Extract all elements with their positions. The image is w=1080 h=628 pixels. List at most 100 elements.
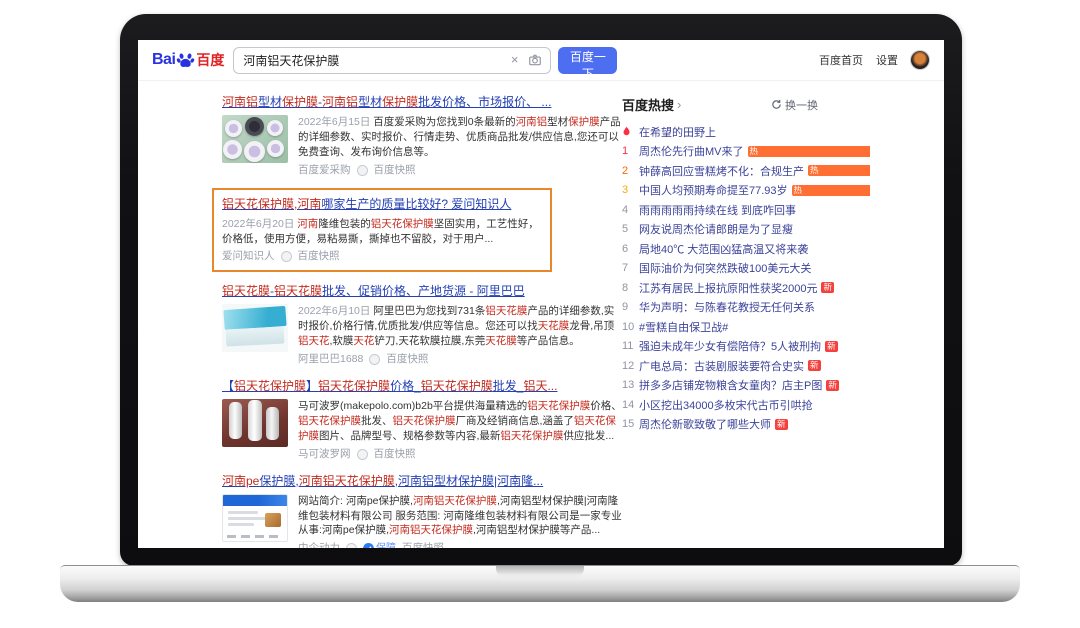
result-meta: 2022年6月20日 河南隆维包装的铝天花保护膜坚固实用，工艺性好，价格低，使用…: [222, 217, 542, 265]
film-roll-shape: [248, 400, 262, 441]
page-background: Bai 百度 ×: [0, 0, 1080, 628]
hot-search-item[interactable]: 13拼多多店铺宠物粮含女童肉？店主P图新: [622, 376, 870, 396]
film-roll-shape: [267, 140, 284, 157]
hot-rank: 9: [622, 301, 639, 313]
hot-search-title: 百度热搜: [622, 95, 674, 114]
hot-item-label: 周杰伦先行曲MV来了: [639, 143, 744, 159]
result-title-link[interactable]: 【铝天花保护膜】铝天花保护膜价格_铝天花保护膜批发_铝天...: [222, 377, 622, 394]
hot-search-item[interactable]: 3中国人均预期寿命提至77.93岁热: [622, 181, 870, 201]
hot-search-item[interactable]: 8江苏有居民上报抗原阳性获奖2000元新: [622, 278, 870, 298]
hot-item-label: #雪糕自由保卫战#: [639, 319, 728, 335]
snapshot-link[interactable]: 百度快照: [298, 249, 340, 264]
camera-icon[interactable]: [528, 53, 542, 67]
logo-text-cn: 百度: [196, 50, 224, 70]
hot-search-item[interactable]: 4雨雨雨雨雨持续在线 到底咋回事: [622, 200, 870, 220]
logo-text-latin: Bai: [152, 51, 175, 69]
hot-search-item[interactable]: 12广电总局：古装剧服装要符合史实新: [622, 356, 870, 376]
top-flame-icon: [622, 126, 639, 137]
laptop-screen-bezel: Bai 百度 ×: [120, 14, 962, 566]
results-page-body: 河南铝型材保护膜-河南铝型材保护膜批发价格、市场报价、 ... 2022年6月15…: [138, 81, 944, 548]
result-thumbnail[interactable]: [222, 494, 288, 542]
site-dash-shape: [227, 535, 236, 538]
result-thumbnail[interactable]: [222, 399, 288, 447]
hot-item-label: 中国人均预期寿命提至77.93岁: [639, 182, 788, 198]
site-dash-shape: [269, 535, 278, 538]
hot-search-item[interactable]: 在希望的田野上: [622, 122, 870, 142]
hot-list: 在希望的田野上1周杰伦先行曲MV来了热2钟薛高回应雪糕烤不化：合规生产热3中国人…: [622, 122, 870, 434]
result-meta: 马可波罗(makepolo.com)b2b平台提供海量精选的铝天花保护膜价格、铝…: [222, 399, 622, 462]
result-date: 2022年6月15日: [298, 116, 373, 128]
verified-label: 保障: [376, 542, 396, 548]
hot-search-item[interactable]: 15周杰伦新歌致敬了哪些大师新: [622, 415, 870, 435]
new-badge: 新: [808, 360, 821, 371]
new-badge: 新: [825, 341, 838, 352]
hot-item-label: 华为声明：与陈春花教授无任何关系: [639, 299, 815, 315]
snippet-text: 2022年6月10日 阿里巴巴为您找到731条铝天花膜产品的详细参数,实时报价,…: [298, 304, 622, 349]
baidu-header: Bai 百度 ×: [138, 40, 944, 81]
result-thumbnail[interactable]: [222, 115, 288, 163]
result-snippet: 马可波罗(makepolo.com)b2b平台提供海量精选的铝天花保护膜价格、铝…: [298, 399, 622, 462]
result-title-link[interactable]: 铝天花保护膜,河南哪家生产的质量比较好? 爱问知识人: [222, 195, 542, 212]
hot-search-item[interactable]: 2钟薛高回应雪糕烤不化：合规生产热: [622, 161, 870, 181]
hot-rank: 11: [622, 340, 639, 352]
snapshot-link[interactable]: 百度快照: [402, 541, 444, 548]
site-dash-shape: [255, 535, 264, 538]
search-input[interactable]: [233, 47, 551, 74]
film-sheet-shape: [226, 327, 285, 347]
hot-search-item[interactable]: 1周杰伦先行曲MV来了热: [622, 142, 870, 162]
result-source-row: 阿里巴巴1688百度快照: [298, 352, 622, 367]
hot-search-item[interactable]: 11强迫未成年少女有偿陪侍？5人被刑拘新: [622, 337, 870, 357]
snippet-text: 2022年6月20日 河南隆维包装的铝天花保护膜坚固实用，工艺性好，价格低，使用…: [222, 217, 542, 247]
snapshot-link[interactable]: 百度快照: [374, 163, 416, 178]
hot-search-item[interactable]: 14小区挖出34000多枚宋代古币引哄抢: [622, 395, 870, 415]
film-roll-shape: [245, 117, 264, 136]
refresh-button[interactable]: 换一换: [771, 97, 818, 113]
nav-settings-link[interactable]: 设置: [876, 52, 898, 68]
hot-search-item[interactable]: 6局地40℃ 大范围凶猛高温又将来袭: [622, 239, 870, 259]
result-source: 百度爱采购: [298, 163, 351, 178]
hot-search-item[interactable]: 9华为声明：与陈春花教授无任何关系: [622, 298, 870, 318]
hot-rank: 5: [622, 223, 639, 235]
result-title-link[interactable]: 河南pe保护膜,河南铝天花保护膜,河南铝型材保护膜|河南隆...: [222, 472, 622, 489]
snapshot-link[interactable]: 百度快照: [374, 447, 416, 462]
hot-search-item[interactable]: 10#雪糕自由保卫战#: [622, 317, 870, 337]
hot-item-label: 国际油价为何突然跌破100美元大关: [639, 260, 811, 276]
result-title-link[interactable]: 铝天花膜-铝天花膜批发、促销价格、产地货源 - 阿里巴巴: [222, 282, 622, 299]
hot-item-label: 强迫未成年少女有偿陪侍？5人被刑拘: [639, 338, 821, 354]
baidu-logo[interactable]: Bai 百度: [152, 50, 224, 70]
result-title-link[interactable]: 河南铝型材保护膜-河南铝型材保护膜批发价格、市场报价、 ...: [222, 93, 622, 110]
hot-rank: 10: [622, 321, 639, 333]
top-nav: 百度首页 设置: [819, 51, 944, 69]
result-thumbnail[interactable]: [222, 304, 288, 352]
snapshot-link[interactable]: 百度快照: [386, 352, 428, 367]
user-avatar[interactable]: [911, 51, 929, 69]
hot-rank: 14: [622, 399, 639, 411]
refresh-label: 换一换: [785, 97, 818, 113]
result-source: 爱问知识人: [222, 249, 275, 264]
clear-icon[interactable]: ×: [511, 52, 519, 68]
results-list: 河南铝型材保护膜-河南铝型材保护膜批发价格、市场报价、 ... 2022年6月15…: [222, 93, 622, 548]
hot-rank: 4: [622, 204, 639, 216]
snippet-text: 网站简介: 河南pe保护膜,河南铝天花保护膜,河南铝型材保护膜|河南隆维包装材料…: [298, 494, 622, 539]
site-text-shape: [228, 523, 254, 526]
hot-search-item[interactable]: 5网友说周杰伦请郎朗是为了显瘦: [622, 220, 870, 240]
hot-search-item[interactable]: 7国际油价为何突然跌破100美元大关: [622, 259, 870, 279]
hot-item-label: 江苏有居民上报抗原阳性获奖2000元: [639, 280, 817, 296]
hot-rank: 3: [622, 184, 639, 196]
site-text-shape: [228, 511, 258, 514]
hot-item-label: 广电总局：古装剧服装要符合史实: [639, 358, 804, 374]
new-badge: 新: [826, 380, 839, 391]
search-button[interactable]: 百度一下: [558, 47, 617, 74]
hot-search-header: 百度热搜 › 换一换: [622, 95, 870, 114]
snapshot-icon: [357, 449, 368, 460]
nav-home-link[interactable]: 百度首页: [819, 52, 863, 68]
result-snippet: 2022年6月10日 阿里巴巴为您找到731条铝天花膜产品的详细参数,实时报价,…: [298, 304, 622, 367]
result-source-row: 中企动力保障百度快照: [298, 541, 622, 548]
site-image-shape: [265, 513, 281, 527]
laptop-base-notch: [496, 566, 584, 578]
chevron-right-icon[interactable]: ›: [677, 97, 681, 112]
snippet-text: 马可波罗(makepolo.com)b2b平台提供海量精选的铝天花保护膜价格、铝…: [298, 399, 622, 444]
verified-badge: 保障: [363, 542, 396, 548]
site-text-shape: [228, 517, 268, 520]
result-source-row: 马可波罗网百度快照: [298, 447, 622, 462]
